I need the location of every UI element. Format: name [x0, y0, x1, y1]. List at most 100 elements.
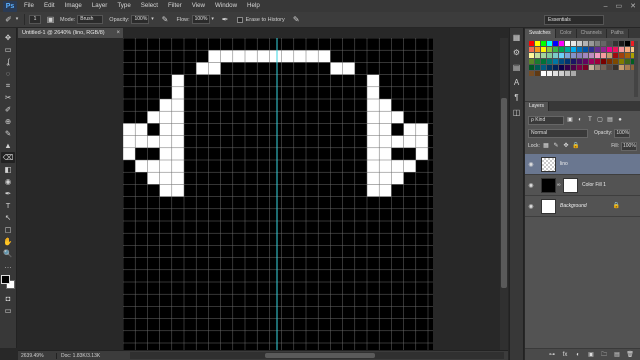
- swatch[interactable]: [541, 41, 546, 46]
- quick-select-tool-icon[interactable]: ◌: [1, 68, 15, 79]
- swatch[interactable]: [553, 47, 558, 52]
- swatch[interactable]: [619, 53, 624, 58]
- swatch[interactable]: [565, 59, 570, 64]
- adjustments-panel-icon[interactable]: ▤: [511, 62, 522, 73]
- swatch[interactable]: [565, 71, 570, 76]
- swatch[interactable]: [625, 41, 630, 46]
- workspace-select[interactable]: Essentials: [544, 15, 604, 25]
- lock-position-icon[interactable]: ✥: [562, 142, 570, 150]
- swatch[interactable]: [607, 65, 612, 70]
- path-select-tool-icon[interactable]: ↖: [1, 212, 15, 223]
- adjustment-layer-icon[interactable]: ▣: [587, 351, 595, 359]
- filter-toggle-icon[interactable]: ●: [616, 116, 624, 124]
- swatch[interactable]: [553, 71, 558, 76]
- swatch[interactable]: [565, 53, 570, 58]
- flow-input[interactable]: 100%: [191, 15, 210, 24]
- healing-tool-icon[interactable]: ⊕: [1, 116, 15, 127]
- menu-edit[interactable]: Edit: [39, 0, 60, 12]
- smart-object-filter-icon[interactable]: ▤: [606, 116, 614, 124]
- swatch[interactable]: [583, 65, 588, 70]
- swatch[interactable]: [595, 65, 600, 70]
- swatch[interactable]: [613, 59, 618, 64]
- swatch[interactable]: [535, 47, 540, 52]
- screen-mode-icon[interactable]: ▭: [1, 305, 15, 316]
- swatch[interactable]: [547, 47, 552, 52]
- swatch[interactable]: [619, 59, 624, 64]
- swatch[interactable]: [625, 53, 630, 58]
- swatch[interactable]: [547, 41, 552, 46]
- swatch[interactable]: [607, 53, 612, 58]
- swatch[interactable]: [541, 53, 546, 58]
- quick-mask-icon[interactable]: ◘: [1, 293, 15, 304]
- crop-tool-icon[interactable]: ⌗: [1, 80, 15, 91]
- close-icon[interactable]: ×: [116, 28, 120, 38]
- brushes-panel-icon[interactable]: ◫: [511, 107, 522, 118]
- more-tools-icon[interactable]: …: [1, 260, 15, 271]
- opacity-input[interactable]: 100%: [131, 15, 150, 24]
- menu-image[interactable]: Image: [60, 0, 87, 12]
- chevron-down-icon[interactable]: ▾: [210, 14, 216, 25]
- swatch[interactable]: [559, 65, 564, 70]
- eyedropper-tool-icon[interactable]: ✐: [1, 104, 15, 115]
- menu-view[interactable]: View: [187, 0, 210, 12]
- swatch[interactable]: [541, 71, 546, 76]
- swatch[interactable]: [553, 53, 558, 58]
- swatch[interactable]: [577, 53, 582, 58]
- character-panel-icon[interactable]: A: [511, 77, 522, 88]
- vertical-scrollbar[interactable]: [500, 38, 508, 350]
- adjustment-filter-icon[interactable]: ◐: [576, 116, 584, 124]
- swatch[interactable]: [577, 41, 582, 46]
- swatch[interactable]: [601, 65, 606, 70]
- menu-help[interactable]: Help: [242, 0, 265, 12]
- swatch[interactable]: [559, 71, 564, 76]
- swatch[interactable]: [559, 47, 564, 52]
- tab-paths[interactable]: Paths: [606, 29, 629, 38]
- swatch[interactable]: [553, 65, 558, 70]
- swatch[interactable]: [535, 65, 540, 70]
- swatch[interactable]: [529, 65, 534, 70]
- swatch[interactable]: [571, 47, 576, 52]
- swatch[interactable]: [595, 47, 600, 52]
- swatch[interactable]: [613, 53, 618, 58]
- swatch[interactable]: [535, 71, 540, 76]
- airbrush-icon[interactable]: ✒: [220, 14, 231, 25]
- tab-layers[interactable]: Layers: [525, 102, 550, 111]
- swatch[interactable]: [553, 59, 558, 64]
- swatch[interactable]: [559, 59, 564, 64]
- swatch[interactable]: [583, 53, 588, 58]
- lock-image-icon[interactable]: ✎: [552, 142, 560, 150]
- swatch[interactable]: [577, 47, 582, 52]
- new-group-icon[interactable]: 🗀: [600, 351, 608, 359]
- doc-info[interactable]: Doc: 1.83K/3.13K: [56, 352, 126, 359]
- swatch[interactable]: [571, 59, 576, 64]
- horizontal-scrollbar[interactable]: [130, 352, 504, 359]
- blend-mode-select[interactable]: Normal: [528, 128, 588, 138]
- swatch[interactable]: [595, 41, 600, 46]
- mode-select[interactable]: Brush: [77, 15, 104, 24]
- erase-to-history-checkbox[interactable]: [236, 16, 243, 23]
- canvas[interactable]: [123, 38, 433, 350]
- eraser-tool-icon[interactable]: ⌫: [1, 152, 15, 163]
- swatch[interactable]: [535, 53, 540, 58]
- menu-window[interactable]: Window: [210, 0, 242, 12]
- swatch[interactable]: [547, 71, 552, 76]
- tab-swatches[interactable]: Swatches: [525, 29, 556, 38]
- swatch[interactable]: [577, 59, 582, 64]
- stamp-tool-icon[interactable]: ▲: [1, 140, 15, 151]
- document-tab[interactable]: Untitled-1 @ 2640% (lino, RGB/8) ×: [18, 28, 123, 38]
- menu-select[interactable]: Select: [136, 0, 163, 12]
- swatch[interactable]: [571, 41, 576, 46]
- swatch[interactable]: [535, 41, 540, 46]
- layer-kind-filter[interactable]: ρ Kind: [528, 115, 564, 125]
- swatches-scrollbar[interactable]: [634, 41, 638, 97]
- swatch[interactable]: [589, 47, 594, 52]
- brush-tool-icon[interactable]: ✎: [1, 128, 15, 139]
- swatch[interactable]: [613, 65, 618, 70]
- swatch[interactable]: [589, 41, 594, 46]
- swatch[interactable]: [565, 41, 570, 46]
- swatch[interactable]: [571, 53, 576, 58]
- chevron-down-icon[interactable]: ▾: [14, 14, 20, 25]
- swatch[interactable]: [529, 59, 534, 64]
- lock-all-icon[interactable]: 🔒: [572, 142, 580, 150]
- pressure-opacity-icon[interactable]: ✎: [159, 14, 170, 25]
